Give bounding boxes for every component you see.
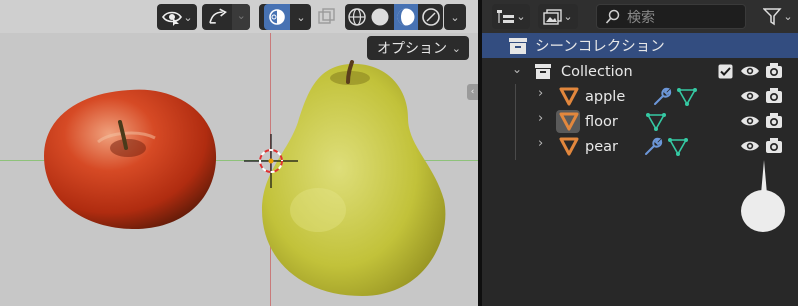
filter-icon xyxy=(763,7,783,25)
chevron-right-icon[interactable]: › xyxy=(538,111,543,126)
checkbox-checked-icon[interactable] xyxy=(718,64,733,79)
scene-collection-icon xyxy=(509,37,527,54)
3d-viewport[interactable]: ⌄ ⌄ ⌄ ⌄ オプション ⌄ ‹ xyxy=(0,0,478,306)
search-icon xyxy=(605,9,620,24)
camera-icon[interactable] xyxy=(765,137,783,154)
object-icon xyxy=(559,87,579,106)
camera-icon[interactable] xyxy=(765,112,783,129)
material-preview-icon xyxy=(397,8,415,26)
shading-options-dropdown[interactable]: ⌄ xyxy=(444,4,466,30)
chevron-down-icon: ⌄ xyxy=(451,41,461,55)
visibility-dropdown[interactable]: ⌄ xyxy=(157,4,197,30)
overlay-dropdown[interactable]: ⌄ xyxy=(259,4,311,30)
display-mode-dropdown[interactable]: ⌄ xyxy=(492,4,530,29)
options-button[interactable]: オプション ⌄ xyxy=(367,36,469,60)
filter-dropdown[interactable]: ⌄ xyxy=(760,4,796,29)
collection-row[interactable]: ⌄ Collection xyxy=(482,59,798,84)
modifier-wrench-icon[interactable] xyxy=(643,137,663,156)
apple-object[interactable] xyxy=(40,82,220,232)
outliner: ⌄ ⌄ 検索 ⌄ シーンコレクション ⌄ Collection › apple … xyxy=(482,0,798,306)
object-name: apple xyxy=(585,88,626,105)
outliner-object-row[interactable]: › apple xyxy=(482,84,798,109)
object-name: pear xyxy=(585,138,618,155)
gizmo-dropdown[interactable]: ⌄ xyxy=(202,4,250,30)
object-icon xyxy=(559,112,579,131)
chevron-right-icon[interactable]: › xyxy=(538,136,543,151)
chevron-right-icon[interactable]: › xyxy=(538,86,543,101)
outliner-list-icon xyxy=(497,9,515,23)
outliner-header: ⌄ ⌄ 検索 ⌄ xyxy=(482,0,798,33)
eye-pointer-icon xyxy=(162,11,183,26)
gizmo-arrow-icon xyxy=(209,8,227,24)
chevron-down-icon: ⌄ xyxy=(183,10,193,24)
camera-icon[interactable] xyxy=(765,87,783,104)
sidebar-expand-icon[interactable]: ‹ xyxy=(467,84,478,100)
solid-shading-icon[interactable] xyxy=(370,7,390,27)
chevron-down-icon: ⌄ xyxy=(563,10,573,23)
3d-cursor-icon[interactable] xyxy=(244,134,298,188)
overlay-toggle[interactable] xyxy=(264,4,291,30)
scene-collection-row[interactable]: シーンコレクション xyxy=(482,33,798,58)
object-name: floor xyxy=(585,113,618,130)
modifier-wrench-icon[interactable] xyxy=(652,87,672,106)
xray-toggle[interactable] xyxy=(316,6,338,28)
callout-bubble xyxy=(741,190,785,232)
chevron-down-icon: ⌄ xyxy=(450,10,460,24)
eye-icon[interactable] xyxy=(740,139,760,153)
overlay-icon xyxy=(269,9,286,25)
shading-mode-group xyxy=(345,4,443,30)
callout-pointer xyxy=(761,160,767,194)
object-icon xyxy=(559,137,579,156)
eye-icon[interactable] xyxy=(740,64,760,78)
camera-icon[interactable] xyxy=(765,62,783,79)
eye-icon[interactable] xyxy=(740,114,760,128)
eye-icon[interactable] xyxy=(740,89,760,103)
mesh-data-icon[interactable] xyxy=(677,87,697,106)
search-placeholder: 検索 xyxy=(627,9,655,26)
chevron-down-icon[interactable]: ⌄ xyxy=(512,62,522,76)
chevron-down-icon: ⌄ xyxy=(296,10,306,24)
outliner-object-row[interactable]: › pear xyxy=(482,134,798,159)
search-input[interactable]: 検索 xyxy=(596,4,746,29)
scene-collection-label: シーンコレクション xyxy=(535,39,665,55)
chevron-down-icon[interactable]: ⌄ xyxy=(232,4,250,30)
wireframe-shading-icon[interactable] xyxy=(347,7,367,27)
mesh-data-icon[interactable] xyxy=(668,137,688,156)
chevron-down-icon: ⌄ xyxy=(783,10,793,23)
mesh-data-icon[interactable] xyxy=(646,112,666,131)
collection-label: Collection xyxy=(561,63,633,80)
viewport-header: ⌄ ⌄ ⌄ ⌄ xyxy=(0,0,478,33)
chevron-down-icon: ⌄ xyxy=(516,10,526,23)
xray-icon xyxy=(318,8,335,24)
rendered-shading-icon[interactable] xyxy=(421,7,441,27)
image-icon xyxy=(543,8,563,25)
outliner-object-row[interactable]: › floor xyxy=(482,109,798,134)
material-preview-button[interactable] xyxy=(393,4,418,30)
options-label: オプション xyxy=(377,41,447,57)
new-collection-dropdown[interactable]: ⌄ xyxy=(538,4,578,29)
collection-icon xyxy=(535,64,551,79)
